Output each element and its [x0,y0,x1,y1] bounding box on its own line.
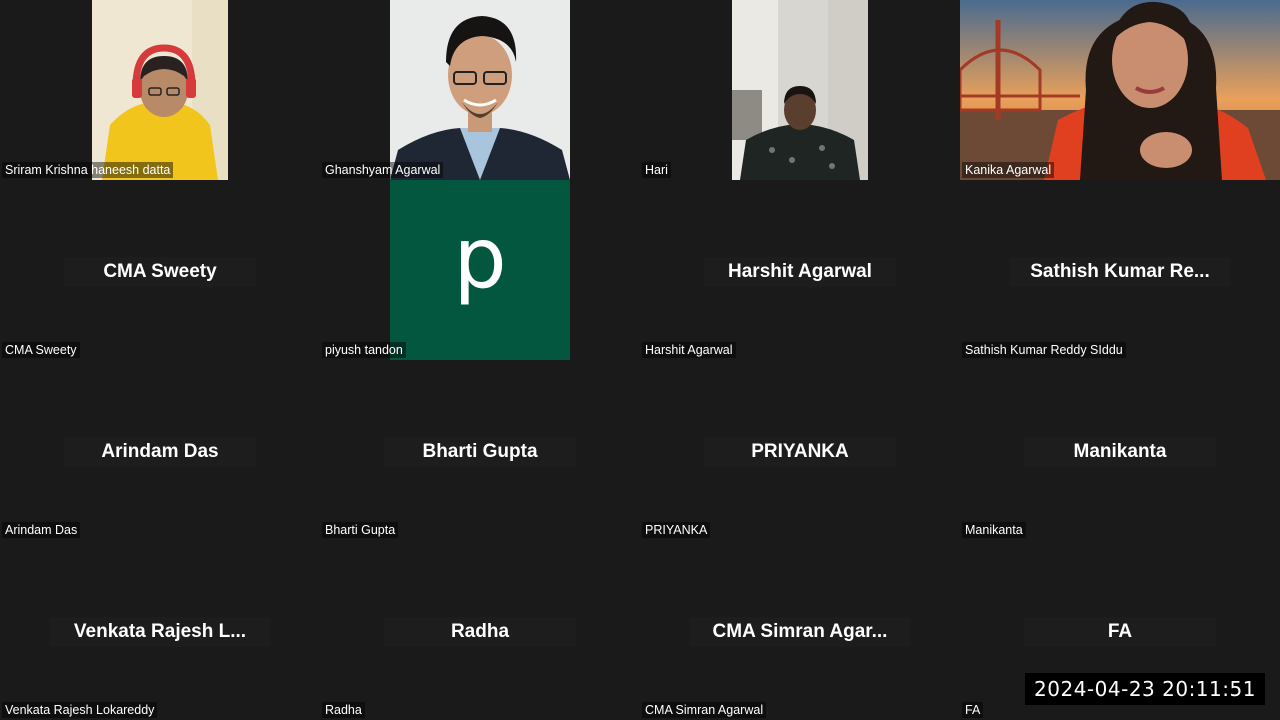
video-feed [960,0,1280,180]
participant-grid: Sriram Krishna haneesh datta Ghanshyam A… [0,0,1280,720]
participant-display-name: Harshit Agarwal [704,257,896,287]
participant-name: Radha [322,702,365,718]
participant-display-name: PRIYANKA [704,437,896,467]
participant-tile-hari[interactable]: Hari [640,0,960,180]
participant-name: Harshit Agarwal [642,342,736,358]
participant-video-image [92,0,228,180]
participant-name: FA [962,702,984,718]
participant-display-name: CMA Simran Agar... [690,617,910,647]
participant-tile-bharti[interactable]: Bharti Gupta Bharti Gupta [320,360,640,540]
participant-name: Bharti Gupta [322,522,399,538]
participant-display-name: Arindam Das [64,437,256,467]
participant-name: CMA Sweety [2,342,80,358]
participant-name: Hari [642,162,671,178]
participant-video-image [732,0,868,180]
participant-tile-kanika[interactable]: Kanika Agarwal [960,0,1280,180]
participant-tile-harshit[interactable]: Harshit Agarwal Harshit Agarwal [640,180,960,360]
participant-tile-piyush[interactable]: p piyush tandon [320,180,640,360]
avatar: p [390,180,570,360]
participant-tile-venkata[interactable]: Venkata Rajesh L... Venkata Rajesh Lokar… [0,540,320,720]
participant-name: Manikanta [962,522,1026,538]
participant-video-image [960,0,1280,180]
video-feed [732,0,868,180]
participant-tile-cma-sweety[interactable]: CMA Sweety CMA Sweety [0,180,320,360]
participant-display-name: Radha [384,617,576,647]
participant-name: piyush tandon [322,342,406,358]
participant-display-name: Sathish Kumar Re... [1010,257,1230,287]
participant-display-name: FA [1024,617,1216,647]
participant-tile-arindam[interactable]: Arindam Das Arindam Das [0,360,320,540]
participant-name: Ghanshyam Agarwal [322,162,444,178]
participant-name: Kanika Agarwal [962,162,1055,178]
participant-display-name: Venkata Rajesh L... [50,617,270,647]
participant-name: Sriram Krishna haneesh datta [2,162,174,178]
participant-display-name: Bharti Gupta [384,437,576,467]
participant-tile-radha[interactable]: Radha Radha [320,540,640,720]
recording-timestamp: 2024-04-23 20:11:51 [1025,673,1265,705]
video-feed [390,0,570,180]
participant-display-name: CMA Sweety [64,257,256,287]
video-feed [92,0,228,180]
participant-video-image [390,0,570,180]
participant-tile-ghanshyam[interactable]: Ghanshyam Agarwal [320,0,640,180]
participant-tile-sathish[interactable]: Sathish Kumar Re... Sathish Kumar Reddy … [960,180,1280,360]
participant-name: Sathish Kumar Reddy SIddu [962,342,1126,358]
participant-tile-cma-simran[interactable]: CMA Simran Agar... CMA Simran Agarwal [640,540,960,720]
participant-name: Arindam Das [2,522,81,538]
participant-display-name: Manikanta [1024,437,1216,467]
participant-name: PRIYANKA [642,522,711,538]
participant-tile-manikanta[interactable]: Manikanta Manikanta [960,360,1280,540]
participant-tile-sriram[interactable]: Sriram Krishna haneesh datta [0,0,320,180]
participant-name: Venkata Rajesh Lokareddy [2,702,158,718]
participant-name: CMA Simran Agarwal [642,702,767,718]
participant-tile-priyanka[interactable]: PRIYANKA PRIYANKA [640,360,960,540]
avatar-letter: p [453,209,507,307]
